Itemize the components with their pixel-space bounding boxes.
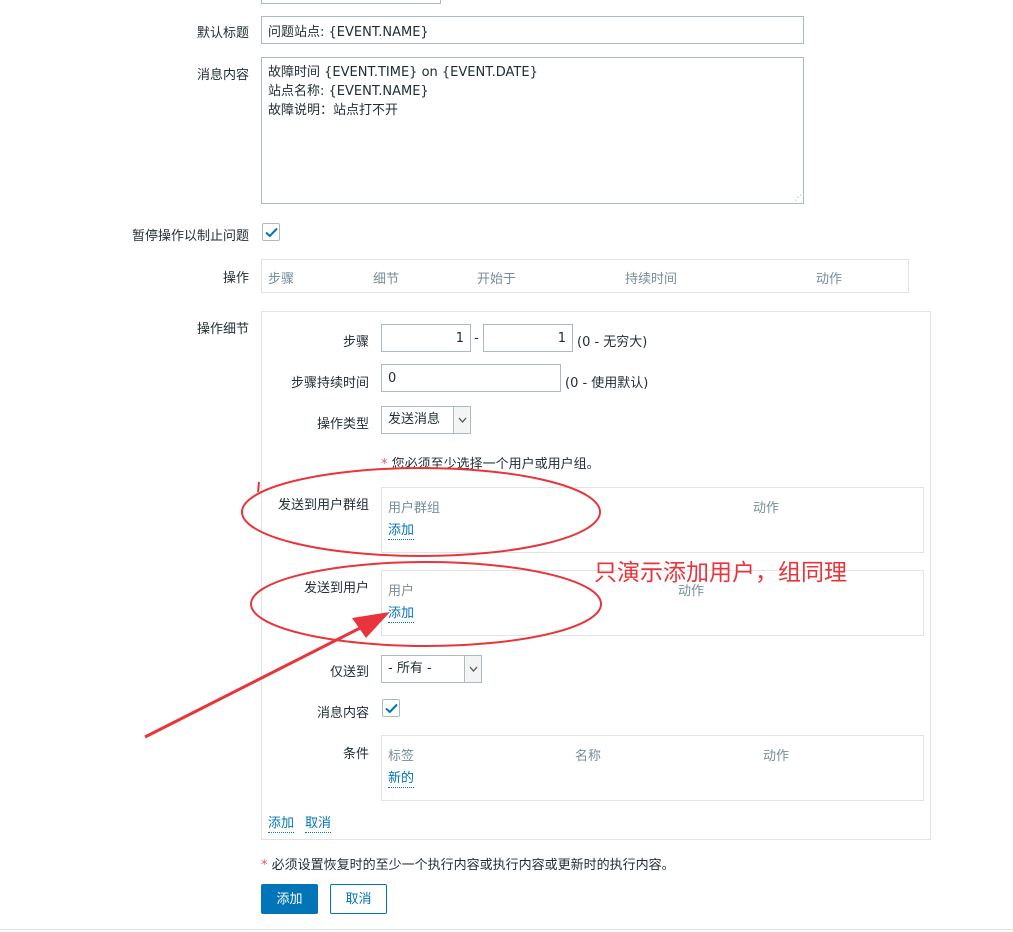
annotation-overlay <box>144 467 602 739</box>
annotation-arrow-shaft <box>144 620 373 739</box>
annotation-ellipse-users <box>250 561 602 647</box>
annotation-arrow-head <box>352 612 390 638</box>
annotation-text: 只演示添加用户，组同理 <box>594 560 847 586</box>
annotation-ellipse-groups <box>241 467 601 557</box>
annotation-mark <box>257 481 260 493</box>
